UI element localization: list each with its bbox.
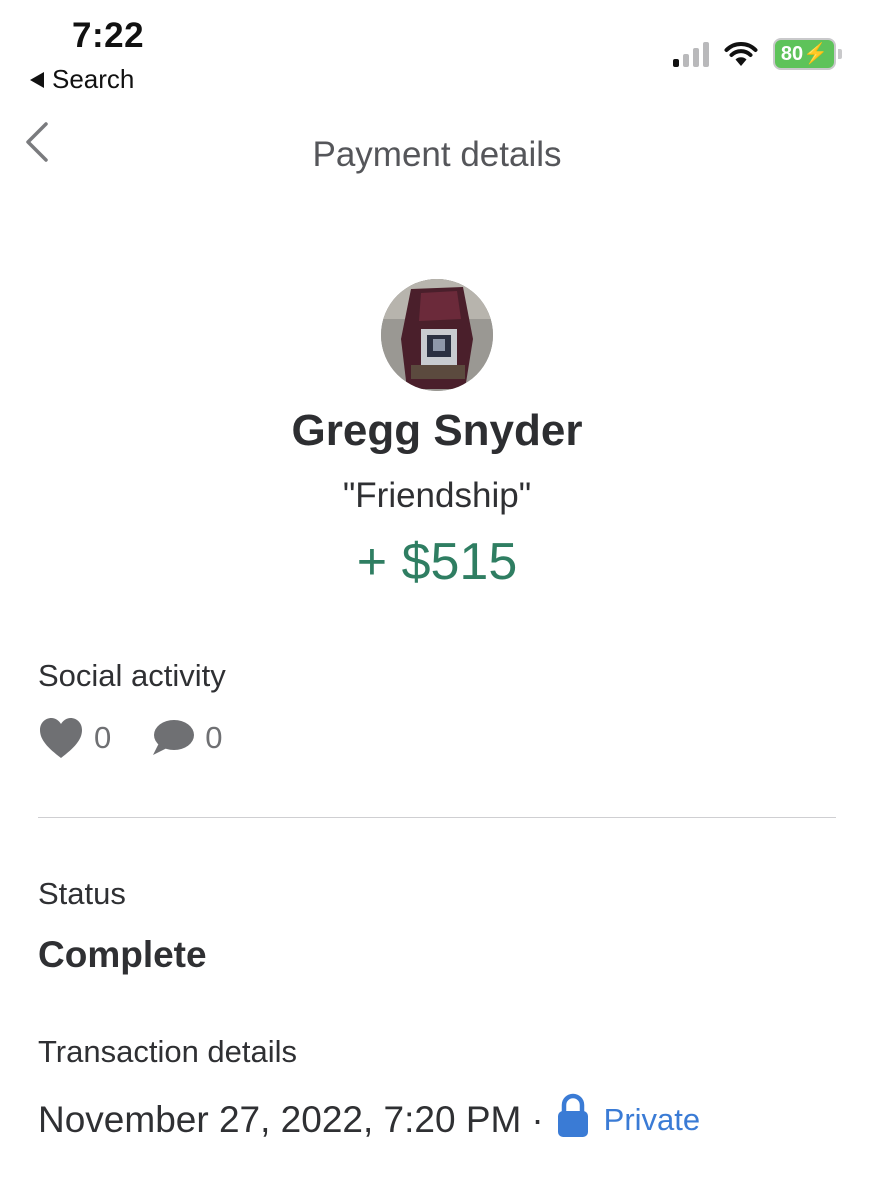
payment-amount: + $515 [356,533,518,591]
status-value: Complete [38,934,207,975]
status-label: Status [38,876,126,911]
status-bar-back-to-search[interactable]: Search [30,64,134,95]
back-triangle-icon [30,71,44,88]
status-bar-time: 7:22 [72,16,145,55]
wifi-icon [724,42,758,66]
status-bar-back-label: Search [52,64,135,94]
privacy-setting-link[interactable]: Private [604,1102,700,1138]
comment-button[interactable] [149,717,195,759]
separator-dot: · [531,1098,544,1140]
transaction-details-row: November 27, 2022, 7:20 PM · Private [38,1092,700,1147]
status-bar-indicators: 80⚡ [672,38,842,70]
like-button[interactable] [38,716,84,760]
social-activity-label: Social activity [38,658,226,693]
battery-icon: 80⚡ [772,38,842,70]
page-title: Payment details [312,135,562,174]
lock-icon [556,1092,590,1147]
payment-note: "Friendship" [342,476,532,515]
cellular-signal-icon [672,41,709,67]
avatar[interactable] [381,279,493,391]
transaction-details-label: Transaction details [38,1034,298,1069]
like-count: 0 [94,720,112,755]
battery-level: 80 [780,43,804,65]
comment-bubble-icon [153,720,195,755]
transaction-datetime: November 27, 2022, 7:20 PM [38,1098,522,1140]
social-activity-row: 0 0 [38,716,261,760]
charging-bolt-icon: ⚡ [803,43,828,65]
avatar-image [381,279,493,391]
heart-icon [40,718,82,758]
divider [38,817,836,818]
counterparty-name: Gregg Snyder [291,406,583,455]
comment-count: 0 [205,720,223,755]
